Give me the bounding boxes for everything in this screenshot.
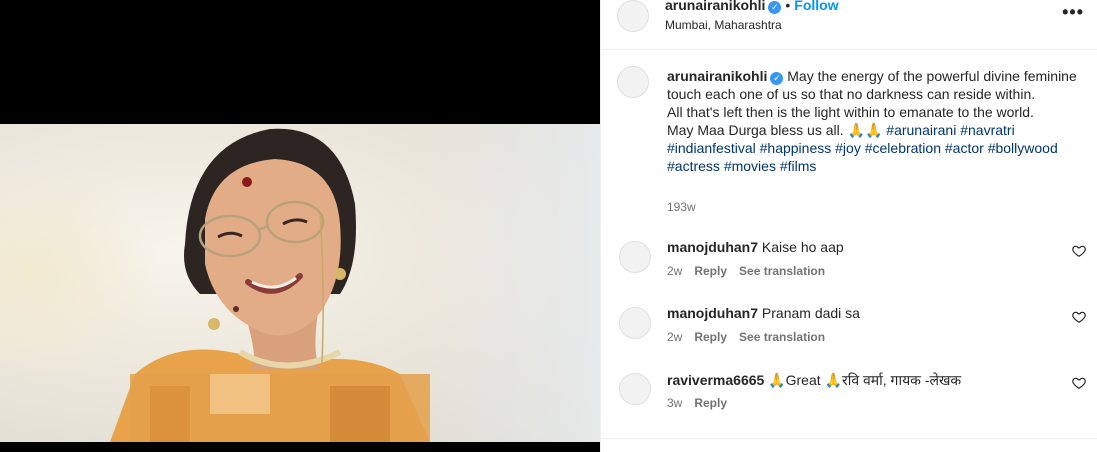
comment-body: Kaise ho aap xyxy=(761,239,844,255)
hashtag-link[interactable]: #happiness xyxy=(760,140,832,156)
action-bar-divider xyxy=(601,438,1097,439)
heart-icon[interactable] xyxy=(1072,244,1086,258)
hashtag-link[interactable]: #bollywood xyxy=(988,140,1058,156)
commenter-avatar[interactable] xyxy=(619,307,651,339)
comment-text: manojduhan7 Pranam dadi sa xyxy=(667,305,860,321)
comment-body: 🙏Great 🙏रवि वर्मा, गायक -लेखक xyxy=(768,372,962,388)
heart-icon[interactable] xyxy=(1072,310,1086,324)
post-media[interactable] xyxy=(0,0,600,452)
post-photo[interactable] xyxy=(0,124,600,442)
reply-button[interactable]: Reply xyxy=(694,264,727,278)
commenter-username[interactable]: manojduhan7 xyxy=(667,239,758,255)
comment-time[interactable]: 3w xyxy=(667,396,682,410)
hashtag-link[interactable]: #films xyxy=(780,158,817,174)
reply-button[interactable]: Reply xyxy=(694,330,727,344)
separator-dot: • xyxy=(785,0,791,13)
comment-body: Pranam dadi sa xyxy=(761,305,860,321)
hashtag-link[interactable]: #arunairani xyxy=(886,122,956,138)
caption-line-3: May Maa Durga bless us all. 🙏🙏 xyxy=(667,122,883,138)
caption-username[interactable]: arunairanikohli xyxy=(667,68,767,84)
comment-meta: 2w Reply See translation xyxy=(667,264,837,278)
post-details-panel: arunairanikohli ✓ • Follow Mumbai, Maharash… xyxy=(600,0,1097,452)
more-horizontal-icon[interactable]: ••• xyxy=(1062,2,1084,23)
heart-icon[interactable] xyxy=(1072,376,1086,390)
comment-meta: 3w Reply xyxy=(667,396,739,410)
author-username[interactable]: arunairanikohli xyxy=(665,0,765,13)
commenter-avatar[interactable] xyxy=(619,241,651,273)
caption-timestamp[interactable]: 193w xyxy=(667,200,696,214)
caption-line-2: All that's left then is the light within… xyxy=(667,104,1034,120)
post-location[interactable]: Mumbai, Maharashtra xyxy=(665,18,782,32)
follow-button[interactable]: Follow xyxy=(794,0,838,13)
caption-author-avatar[interactable] xyxy=(617,66,649,98)
comment-meta: 2w Reply See translation xyxy=(667,330,837,344)
woman-portrait-illustration xyxy=(110,128,430,442)
hashtag-link[interactable]: #actress xyxy=(667,158,720,174)
commenter-username[interactable]: raviverma6665 xyxy=(667,372,764,388)
reply-button[interactable]: Reply xyxy=(694,396,727,410)
post-caption: arunairanikohli ✓ May the energy of the p… xyxy=(667,67,1077,175)
see-translation-button[interactable]: See translation xyxy=(739,264,825,278)
hashtag-link[interactable]: #celebration xyxy=(865,140,941,156)
post-header: arunairanikohli ✓ • Follow Mumbai, Maharash… xyxy=(601,0,1097,50)
comment-text: raviverma6665 🙏Great 🙏रवि वर्मा, गायक -ल… xyxy=(667,371,961,390)
commenter-avatar[interactable] xyxy=(619,373,651,405)
verified-badge-icon: ✓ xyxy=(768,1,782,14)
comment-time[interactable]: 2w xyxy=(667,264,682,278)
hashtag-link[interactable]: #indianfestival xyxy=(667,140,756,156)
hashtag-link[interactable]: #actor xyxy=(945,140,984,156)
author-line: arunairanikohli ✓ • Follow xyxy=(665,0,839,15)
hashtag-link[interactable]: #joy xyxy=(835,140,861,156)
author-avatar[interactable] xyxy=(617,0,649,32)
comment-time[interactable]: 2w xyxy=(667,330,682,344)
comment-text: manojduhan7 Kaise ho aap xyxy=(667,239,844,255)
verified-badge-icon: ✓ xyxy=(770,72,784,85)
see-translation-button[interactable]: See translation xyxy=(739,330,825,344)
hashtag-link[interactable]: #navratri xyxy=(960,122,1014,138)
commenter-username[interactable]: manojduhan7 xyxy=(667,305,758,321)
hashtag-link[interactable]: #movies xyxy=(724,158,776,174)
